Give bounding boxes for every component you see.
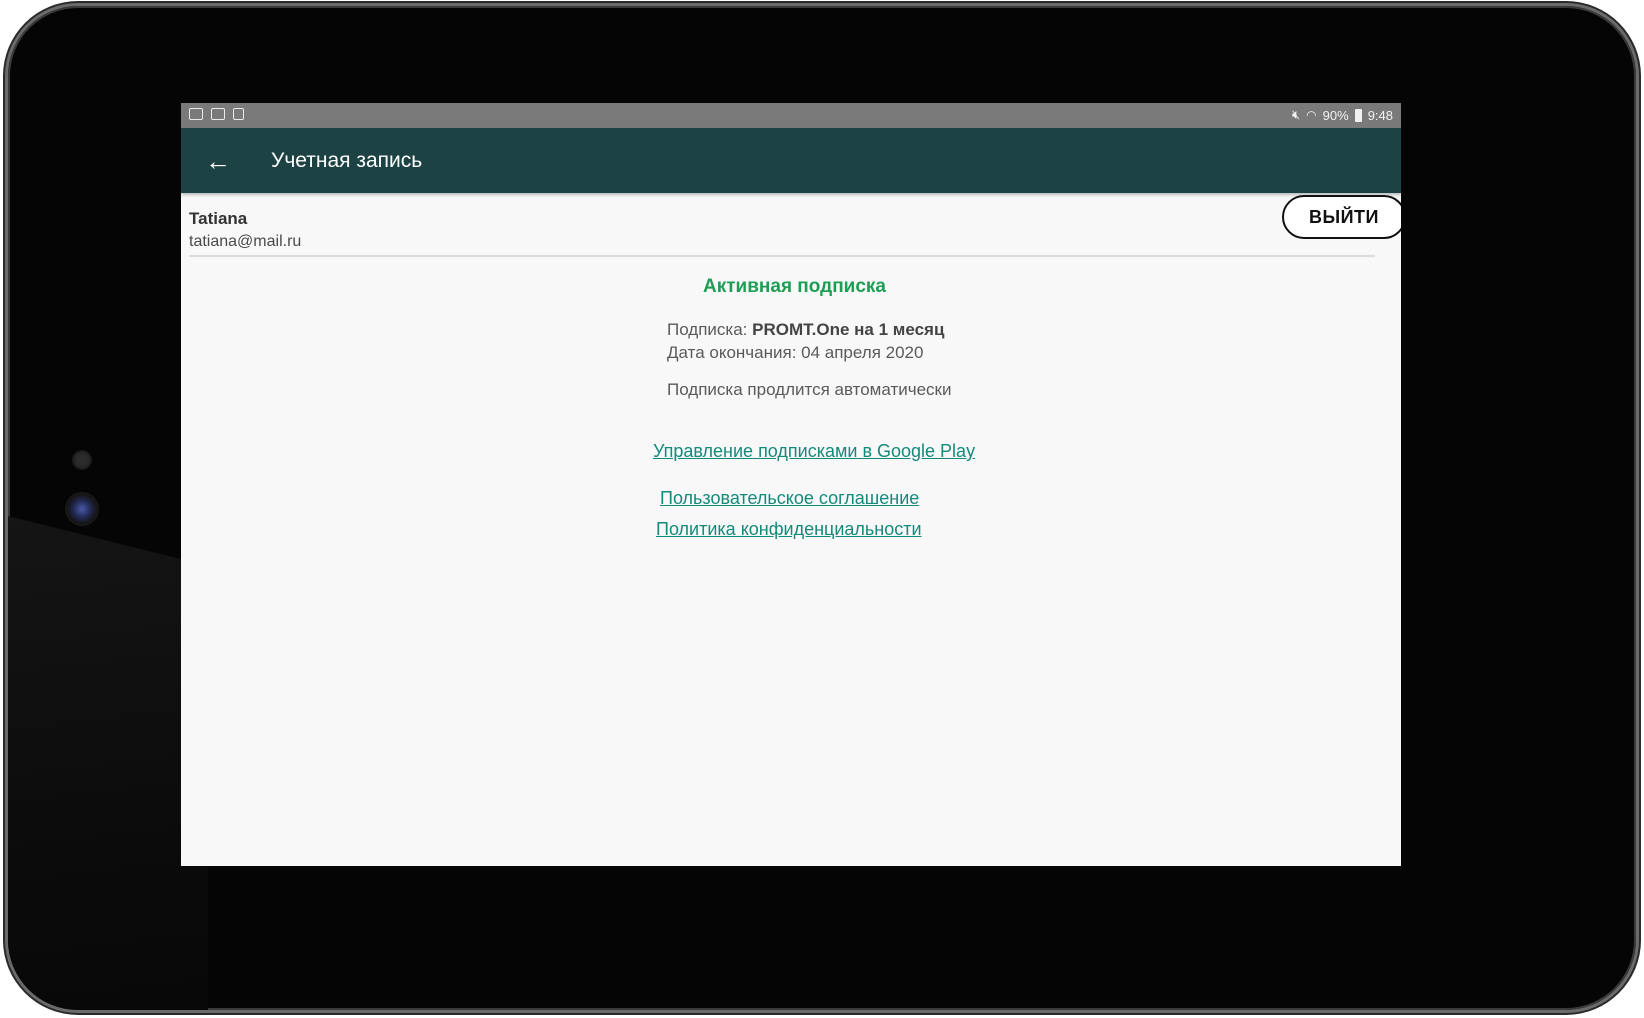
logout-button[interactable]: ВЫЙТИ	[1282, 195, 1401, 239]
manage-google-play-link[interactable]: Управление подписками в Google Play	[653, 441, 975, 462]
battery-icon	[1354, 108, 1362, 122]
subscription-plan-value: PROMT.One на 1 месяц	[752, 320, 945, 339]
account-name: Tatiana	[189, 209, 248, 228]
back-arrow-icon[interactable]: ←	[203, 146, 233, 176]
notification-icons	[189, 108, 244, 120]
app-screen: 🔇︎ ◠ 90% 9:48 ← Учетная запись Tatiana t…	[181, 103, 1401, 866]
status-bar: 🔇︎ ◠ 90% 9:48	[181, 103, 1401, 128]
account-email: tatiana@mail.ru	[189, 233, 302, 250]
subscription-plan-line: Подписка: PROMT.One на 1 месяц	[667, 320, 944, 340]
clock: 9:48	[1367, 107, 1393, 123]
battery-percent: 90%	[1322, 107, 1349, 123]
subscription-plan-label: Подписка:	[667, 320, 748, 339]
front-sensor	[72, 450, 92, 470]
user-agreement-link[interactable]: Пользовательское соглашение	[660, 488, 919, 509]
wifi-icon: ◠	[1306, 108, 1317, 122]
image-icon	[211, 108, 225, 120]
subscription-auto-renew: Подписка продлится автоматически	[667, 380, 952, 399]
app-toolbar: ← Учетная запись	[181, 128, 1401, 193]
divider	[189, 255, 1375, 257]
privacy-policy-link[interactable]: Политика конфиденциальности	[656, 519, 922, 540]
mute-icon: 🔇︎	[1291, 107, 1301, 122]
system-indicators: 🔇︎ ◠ 90% 9:48	[1292, 107, 1393, 123]
mail-icon	[189, 108, 203, 120]
file-settings-icon	[233, 108, 244, 120]
front-camera	[65, 492, 99, 526]
subscription-status-title: Активная подписка	[703, 276, 886, 297]
page-title: Учетная запись	[271, 149, 423, 172]
subscription-end-date: Дата окончания: 04 апреля 2020	[667, 343, 924, 362]
